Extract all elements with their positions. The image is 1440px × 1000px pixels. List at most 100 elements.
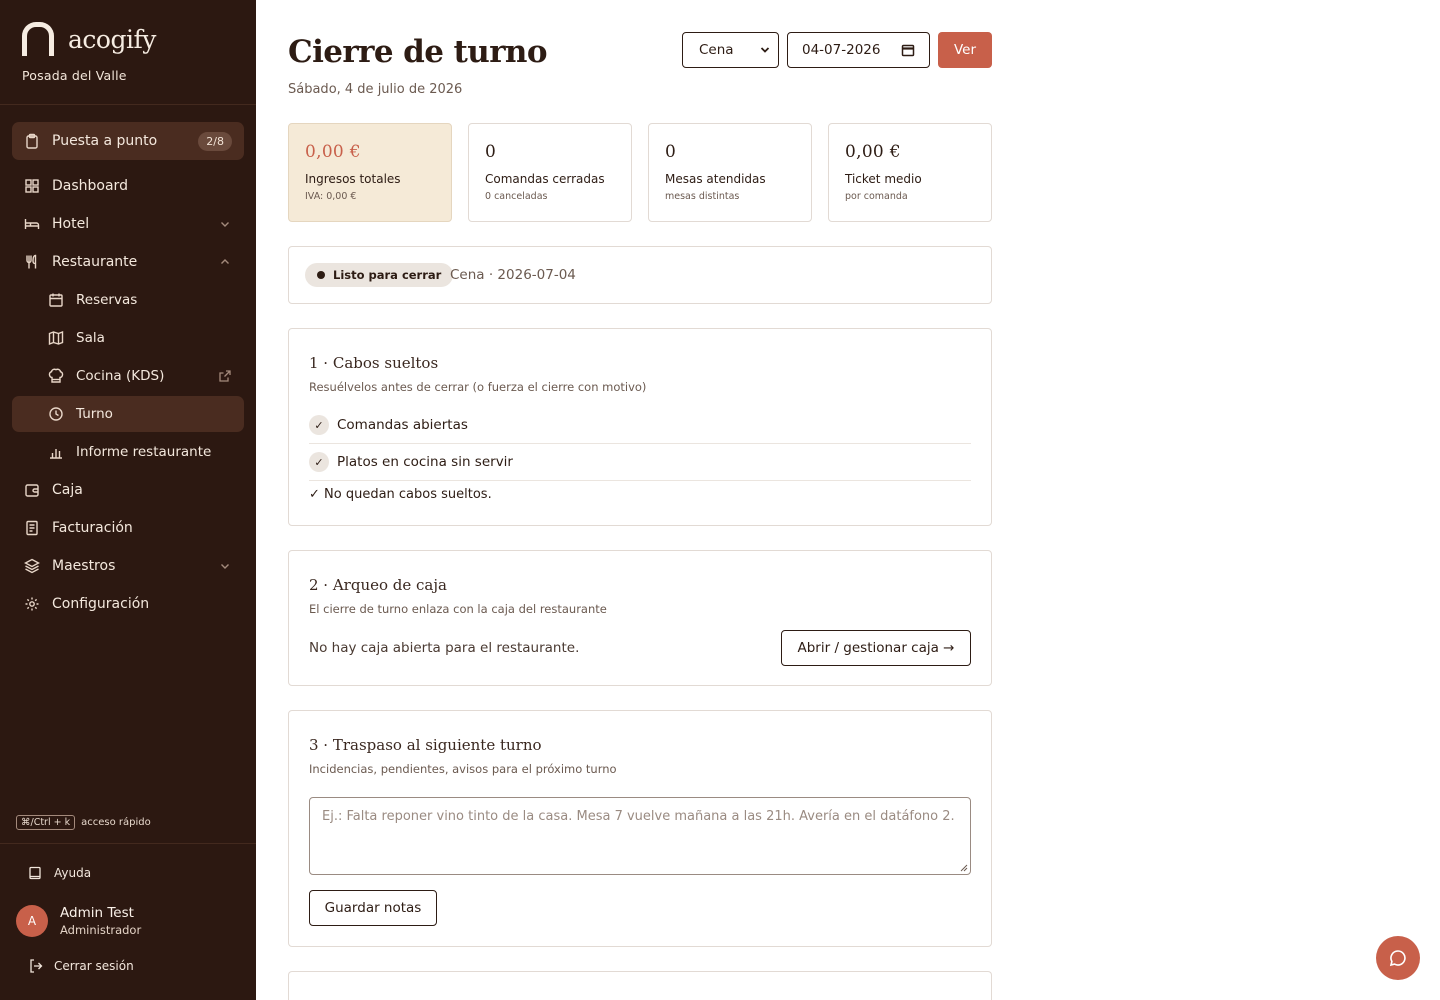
kpi-sub: mesas distintas [665, 191, 740, 202]
sidebar-item-label: Puesta a punto [52, 133, 158, 149]
chat-bubble-icon [1389, 950, 1406, 967]
date-input[interactable]: 04-07-2026 [787, 32, 930, 68]
chevron-up-icon[interactable] [218, 255, 232, 269]
map-icon [48, 330, 64, 346]
status-card: Listo para cerrar Cena · 2026-07-04 [288, 246, 992, 304]
kpi-card-mesas: 0 Mesas atendidas mesas distintas [648, 123, 812, 222]
sidebar-item-label: Reservas [76, 292, 138, 308]
sidebar: acogify Posada del Valle Puesta a punto … [0, 0, 256, 1000]
section-title: 1 · Cabos sueltos [309, 354, 439, 372]
kpi-sub: 0 canceladas [485, 191, 548, 202]
logout-button[interactable]: Cerrar sesión [28, 958, 134, 974]
kpi-label: Ticket medio [845, 172, 922, 186]
sidebar-item-facturacion[interactable]: Facturación [12, 510, 244, 546]
chevron-down-icon [760, 47, 770, 53]
brand-logo[interactable]: acogify [22, 22, 156, 56]
kpi-value: 0 [665, 142, 677, 162]
shortcut-label: acceso rápido [81, 817, 151, 828]
section-description: El cierre de turno enlaza con la caja de… [309, 602, 607, 616]
help-link[interactable]: Ayuda [28, 866, 91, 880]
service-select[interactable]: Cena [682, 32, 779, 68]
avatar: A [16, 905, 48, 937]
check-icon: ✓ [309, 415, 329, 435]
handover-notes-textarea[interactable]: Ej.: Falta reponer vino tinto de la casa… [309, 797, 971, 875]
sidebar-item-restaurante[interactable]: Restaurante [12, 244, 244, 280]
sidebar-item-configuracion[interactable]: Configuración [12, 586, 244, 622]
kpi-value: 0,00 € [845, 142, 901, 162]
sidebar-item-hotel[interactable]: Hotel [12, 206, 244, 242]
sidebar-item-label: Cocina (KDS) [76, 368, 165, 384]
section-description: Incidencias, pendientes, avisos para el … [309, 762, 617, 776]
service-select-value: Cena [699, 42, 734, 58]
sidebar-item-label: Turno [76, 406, 113, 422]
check-label: Platos en cocina sin servir [337, 454, 513, 470]
sidebar-item-puesta-a-punto[interactable]: Puesta a punto 2/8 [12, 122, 244, 160]
sidebar-item-label: Sala [76, 330, 105, 346]
kpi-card-ticket: 0,00 € Ticket medio por comanda [828, 123, 992, 222]
sidebar-item-label: Caja [52, 482, 83, 498]
section-traspaso-turno: 3 · Traspaso al siguiente turno Incidenc… [288, 710, 992, 947]
view-button[interactable]: Ver [938, 32, 992, 68]
bar-chart-icon [48, 444, 64, 460]
progress-badge: 2/8 [198, 131, 232, 151]
sidebar-item-dashboard[interactable]: Dashboard [12, 168, 244, 204]
user-name: Admin Test [60, 905, 134, 921]
bed-icon [24, 216, 40, 232]
kpi-sub: por comanda [845, 191, 908, 202]
page-subtitle: Sábado, 4 de julio de 2026 [288, 82, 463, 97]
sidebar-item-informe-restaurante[interactable]: Informe restaurante [12, 434, 244, 470]
status-badge-label: Listo para cerrar [333, 268, 442, 282]
brand-name: acogify [68, 24, 156, 54]
shortcut-key: ⌘/Ctrl + k [16, 815, 76, 830]
date-value: 04-07-2026 [802, 42, 881, 58]
logout-icon [30, 959, 43, 973]
check-label: Comandas abiertas [337, 417, 468, 433]
sidebar-divider [0, 843, 256, 844]
book-icon [29, 866, 41, 880]
page-title: Cierre de turno [288, 34, 548, 70]
cash-register-message: No hay caja abierta para el restaurante. [309, 640, 580, 656]
wallet-icon [24, 482, 40, 498]
textarea-placeholder: Ej.: Falta reponer vino tinto de la casa… [322, 809, 955, 824]
sidebar-item-label: Maestros [52, 558, 116, 574]
user-profile[interactable]: A Admin Test Administrador [16, 905, 141, 937]
kpi-label: Mesas atendidas [665, 172, 766, 186]
chevron-down-icon[interactable] [218, 559, 232, 573]
status-shift-info: Cena · 2026-07-04 [450, 267, 576, 283]
quick-access-hint: ⌘/Ctrl + k acceso rápido [16, 815, 151, 830]
sidebar-item-reservas[interactable]: Reservas [12, 282, 244, 318]
save-notes-button[interactable]: Guardar notas [309, 890, 437, 926]
gear-icon [24, 596, 40, 612]
section-title: 2 · Arqueo de caja [309, 576, 447, 594]
sidebar-item-maestros[interactable]: Maestros [12, 548, 244, 584]
sidebar-item-sala[interactable]: Sala [12, 320, 244, 356]
sidebar-item-label: Hotel [52, 216, 90, 232]
external-link-icon [218, 369, 232, 383]
sidebar-item-label: Facturación [52, 520, 133, 536]
sidebar-item-caja[interactable]: Caja [12, 472, 244, 508]
chef-hat-icon [48, 368, 64, 384]
clock-icon [48, 406, 64, 422]
section-cabos-sueltos: 1 · Cabos sueltos Resuélvelos antes de c… [288, 328, 992, 526]
organization-name: Posada del Valle [22, 68, 127, 83]
kpi-value: 0 [485, 142, 497, 162]
sidebar-item-cocina-kds[interactable]: Cocina (KDS) [12, 358, 244, 394]
resize-handle-icon[interactable] [960, 864, 968, 872]
sidebar-item-turno[interactable]: Turno [12, 396, 244, 432]
logout-label: Cerrar sesión [54, 959, 134, 973]
sidebar-item-label: Dashboard [52, 178, 128, 194]
kpi-value: 0,00 € [305, 142, 361, 162]
clipboard-icon [24, 133, 40, 149]
open-cash-register-button[interactable]: Abrir / gestionar caja → [781, 630, 971, 666]
sidebar-item-label: Restaurante [52, 254, 138, 270]
chat-button[interactable] [1376, 936, 1420, 980]
check-row-comandas-abiertas: ✓ Comandas abiertas [309, 407, 971, 444]
calendar-icon[interactable] [901, 43, 915, 57]
chevron-down-icon[interactable] [218, 217, 232, 231]
kpi-card-comandas: 0 Comandas cerradas 0 canceladas [468, 123, 632, 222]
status-dot-icon [317, 271, 325, 279]
receipt-icon [24, 520, 40, 536]
kpi-sub: IVA: 0,00 € [305, 191, 357, 202]
calendar-icon [48, 292, 64, 308]
section-title: 3 · Traspaso al siguiente turno [309, 736, 542, 754]
